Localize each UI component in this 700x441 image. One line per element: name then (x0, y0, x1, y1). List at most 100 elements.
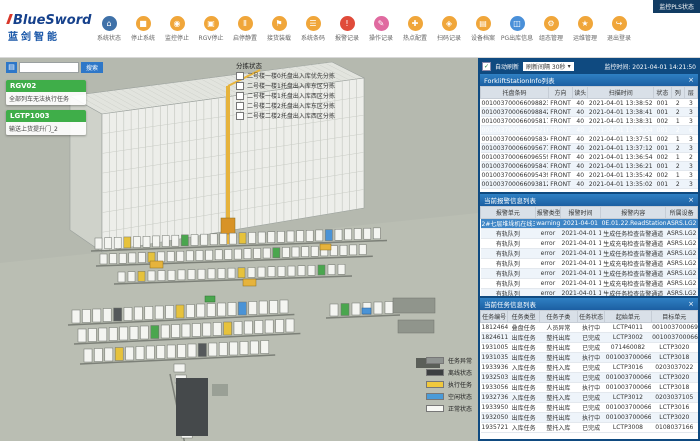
device-desc: 输送上货提升门_2 (6, 122, 86, 135)
tasks-row[interactable]: 1933936入库任务整托入库已完成LCTP30160203037022 (481, 363, 698, 373)
stations-row[interactable]: 0010037000660956770FRONT402021-04-01 13:… (481, 144, 698, 153)
auto-refresh-checkbox[interactable]: ✓ (482, 62, 491, 71)
tasks-cell: 已完成 (577, 363, 604, 373)
alarms-row[interactable]: 有轨队列error2021-04-01 14:01:49生成任务检查告警通道AS… (481, 289, 698, 297)
rgv-stop-icon: ▣ (204, 16, 219, 31)
device-item[interactable]: LGTP1003输送上货提升门_2 (6, 110, 86, 135)
sort-checkbox[interactable] (236, 102, 244, 110)
stations-row[interactable]: 0010037000660958342FRONT402021-04-01 13:… (481, 135, 698, 144)
tasks-row[interactable]: 1933950出库任务整托出库已完成0010037000660811LCTP30… (481, 403, 698, 413)
tasks-row[interactable]: 1932050出库任务整托出库执行中0010037000660798LCTP30… (481, 413, 698, 423)
sort-checkbox[interactable] (236, 82, 244, 90)
tasks-close-icon[interactable]: × (688, 298, 694, 310)
legend-label: 正常状态 (448, 404, 472, 413)
stations-cell: 0010037000660965592 (481, 153, 549, 162)
device-search-input[interactable] (19, 62, 79, 73)
pg-outbound-button[interactable]: ◫PG出库信息 (500, 16, 534, 42)
brand-subtitle: 蓝剑智能 (8, 28, 92, 43)
alarms-cell: 2#七层堆垛机在线三跳站 (481, 219, 536, 229)
alarms-close-icon[interactable]: × (688, 194, 694, 206)
tasks-cell: 执行中 (577, 383, 604, 393)
filter-icon[interactable]: ▤ (6, 62, 17, 73)
stations-cell: 0010037000660958472 (481, 162, 549, 171)
device-item[interactable]: RGV02全部列车无法执行任务 (6, 80, 86, 105)
tasks-row[interactable]: 1932736入库任务整托入库已完成LCTP30120203037105 (481, 393, 698, 403)
tasks-row[interactable]: 1931035出库任务整托出库执行中0010037000660885LCTP30… (481, 353, 698, 363)
alarms-row[interactable]: 有轨队列error2021-04-01 14:05:18生成任务检查告警通道AS… (481, 249, 698, 259)
scan-log-button[interactable]: ◈扫码记录 (432, 16, 466, 42)
stations-row[interactable]: 0010037000660982162FRONT402021-04-01 13:… (481, 126, 698, 135)
alarms-row[interactable]: 2#七层堆垛机在线三跳站warning2021-04-010E.01.22.Re… (481, 219, 698, 229)
alarm-log-button[interactable]: !报警记录 (330, 16, 364, 42)
load-goods-label: 接货装载 (267, 33, 291, 42)
stations-row[interactable]: 0010037000660938122FRONT402021-04-01 13:… (481, 180, 698, 189)
stations-header-row: 托盘条码方向读头扫描时间状态列层 (481, 87, 698, 99)
alarms-row[interactable]: 有轨队列error2021-04-01 14:07:45生成任务检查告警通道AS… (481, 229, 698, 239)
operation-log-button[interactable]: ✎操作记录 (364, 16, 398, 42)
alarms-table-titlebar: 当前报警信息列表 × (480, 194, 698, 206)
alarms-row[interactable]: 有轨队列error2021-04-01 14:06:31生成充电检查告警通道AS… (481, 239, 698, 249)
config-manage-button[interactable]: ⚙组态管理 (534, 16, 568, 42)
sort-checkbox[interactable] (236, 72, 244, 80)
sort-option[interactable]: 二号楼二楼2托盘出入库东区分拣 (236, 101, 376, 110)
tasks-row[interactable]: 1931005出库任务整托出库已完成071460082LCTP3020 (481, 343, 698, 353)
warehouse-3d-view[interactable]: ▤ 搜索 RGV02全部列车无法执行任务LGTP1003输送上货提升门_2 分拣… (0, 58, 478, 441)
stations-cell: 001 (654, 99, 672, 108)
device-archive-button[interactable]: ▤设备档案 (466, 16, 500, 42)
sort-option-label: 二号楼二楼2托盘出入库东区分拣 (247, 101, 335, 110)
search-button[interactable]: 搜索 (81, 62, 103, 73)
stations-row[interactable]: 0010037000660954391FRONT402021-04-01 13:… (481, 171, 698, 180)
alarms-cell: 有轨队列 (481, 269, 536, 279)
load-goods-button[interactable]: ⚑接货装载 (262, 16, 296, 42)
stations-row[interactable]: 0010037000660988423FRONT402021-04-01 13:… (481, 108, 698, 117)
alarms-cell: 2021-04-01 14:07:45 (561, 229, 601, 239)
device-alert-list: RGV02全部列车无法执行任务 LGTP1003输送上货提升门_2 (6, 80, 86, 135)
tasks-row[interactable]: 1812464叠盘任务人员异常执行中LCTP401100100370006983… (481, 323, 698, 333)
sort-checkbox[interactable] (236, 112, 244, 120)
alarms-row[interactable]: 有轨队列error2021-04-01 14:04:52生成充电检查告警通道AS… (481, 259, 698, 269)
tasks-row[interactable]: 1824611出库任务整托出库已完成LCTP300200100370006609… (481, 333, 698, 343)
pls-status-badge[interactable]: 监控PLS状态 (653, 0, 700, 13)
stations-close-icon[interactable]: × (688, 74, 694, 86)
logout-button[interactable]: ↪退出登录 (602, 16, 636, 42)
tasks-cell: 已完成 (577, 403, 604, 413)
alarms-row[interactable]: 有轨队列error2021-04-01 14:03:27生成任务检查告警通道AS… (481, 269, 698, 279)
rgv-stop-button[interactable]: ▣ RGV停止 (194, 16, 228, 42)
stations-row[interactable]: 0010037000660965592FRONT402021-04-01 13:… (481, 153, 698, 162)
pause-resume-button[interactable]: Ⅱ启停静置 (228, 16, 262, 42)
stations-row[interactable]: 0010037000660958176FRONT402021-04-01 13:… (481, 117, 698, 126)
refresh-interval-select[interactable]: 刷新间隔 30秒 ▾ (523, 62, 574, 71)
hotspot-config-icon: ✚ (408, 16, 423, 31)
stations-row[interactable]: 0010037000660988236FRONT402021-04-01 13:… (481, 99, 698, 108)
sort-checkbox[interactable] (236, 92, 244, 100)
sort-option[interactable]: 二号楼一楼1托盘出入库西区分拣 (236, 91, 376, 100)
stations-cell: 40 (573, 162, 588, 171)
stations-cell: 40 (573, 108, 588, 117)
monitor-stop-button[interactable]: ◉监控停止 (160, 16, 194, 42)
tasks-cell: LCTP3008 (605, 423, 651, 433)
sort-option[interactable]: 二号楼一楼0托盘出入库优先分拣 (236, 71, 376, 80)
stations-cell: FRONT (548, 126, 572, 135)
tasks-cell: 整托出库 (539, 333, 577, 343)
stations-row[interactable]: 0010037000660958472FRONT402021-04-01 13:… (481, 162, 698, 171)
system-status-button[interactable]: ⌂系统状态 (92, 16, 126, 42)
tasks-row[interactable]: 1933056出库任务整托出库执行中0010037000660854LCTP30… (481, 383, 698, 393)
sort-option[interactable]: 二号楼一楼1托盘出入库东区分拣 (236, 81, 376, 90)
tasks-row[interactable]: 1935721入库任务整托入库已完成LCTP30080108037166 (481, 423, 698, 433)
alarms-cell: error (535, 269, 560, 279)
ops-manage-button[interactable]: ★运维管理 (568, 16, 602, 42)
stations-cell: 001 (654, 108, 672, 117)
alarms-row[interactable]: 有轨队列error2021-04-01 14:02:14生成充电检查告警通道AS… (481, 279, 698, 289)
tasks-cell: 1932503 (481, 373, 508, 383)
refresh-bar: ✓ 自动刷新 刷新间隔 30秒 ▾ 监控时间: 2021-04-01 14:21… (480, 60, 698, 72)
rgv-stop-label: RGV停止 (199, 33, 224, 42)
system-barcode-button[interactable]: ☰系统条码 (296, 16, 330, 42)
sort-option[interactable]: 二号楼二楼2托盘出入库西区分拣 (236, 111, 376, 120)
alarms-cell: warning (535, 219, 560, 229)
tasks-cell: 执行中 (577, 353, 604, 363)
stop-system-button[interactable]: ■停止系统 (126, 16, 160, 42)
hotspot-config-button[interactable]: ✚热点配置 (398, 16, 432, 42)
stations-cell: 2021-04-01 13:37:51 (588, 135, 654, 144)
tasks-row[interactable]: 1932503出库任务整托出库已完成0010037000660871LCTP30… (481, 373, 698, 383)
auto-refresh-label: 自动刷新 (495, 62, 519, 71)
